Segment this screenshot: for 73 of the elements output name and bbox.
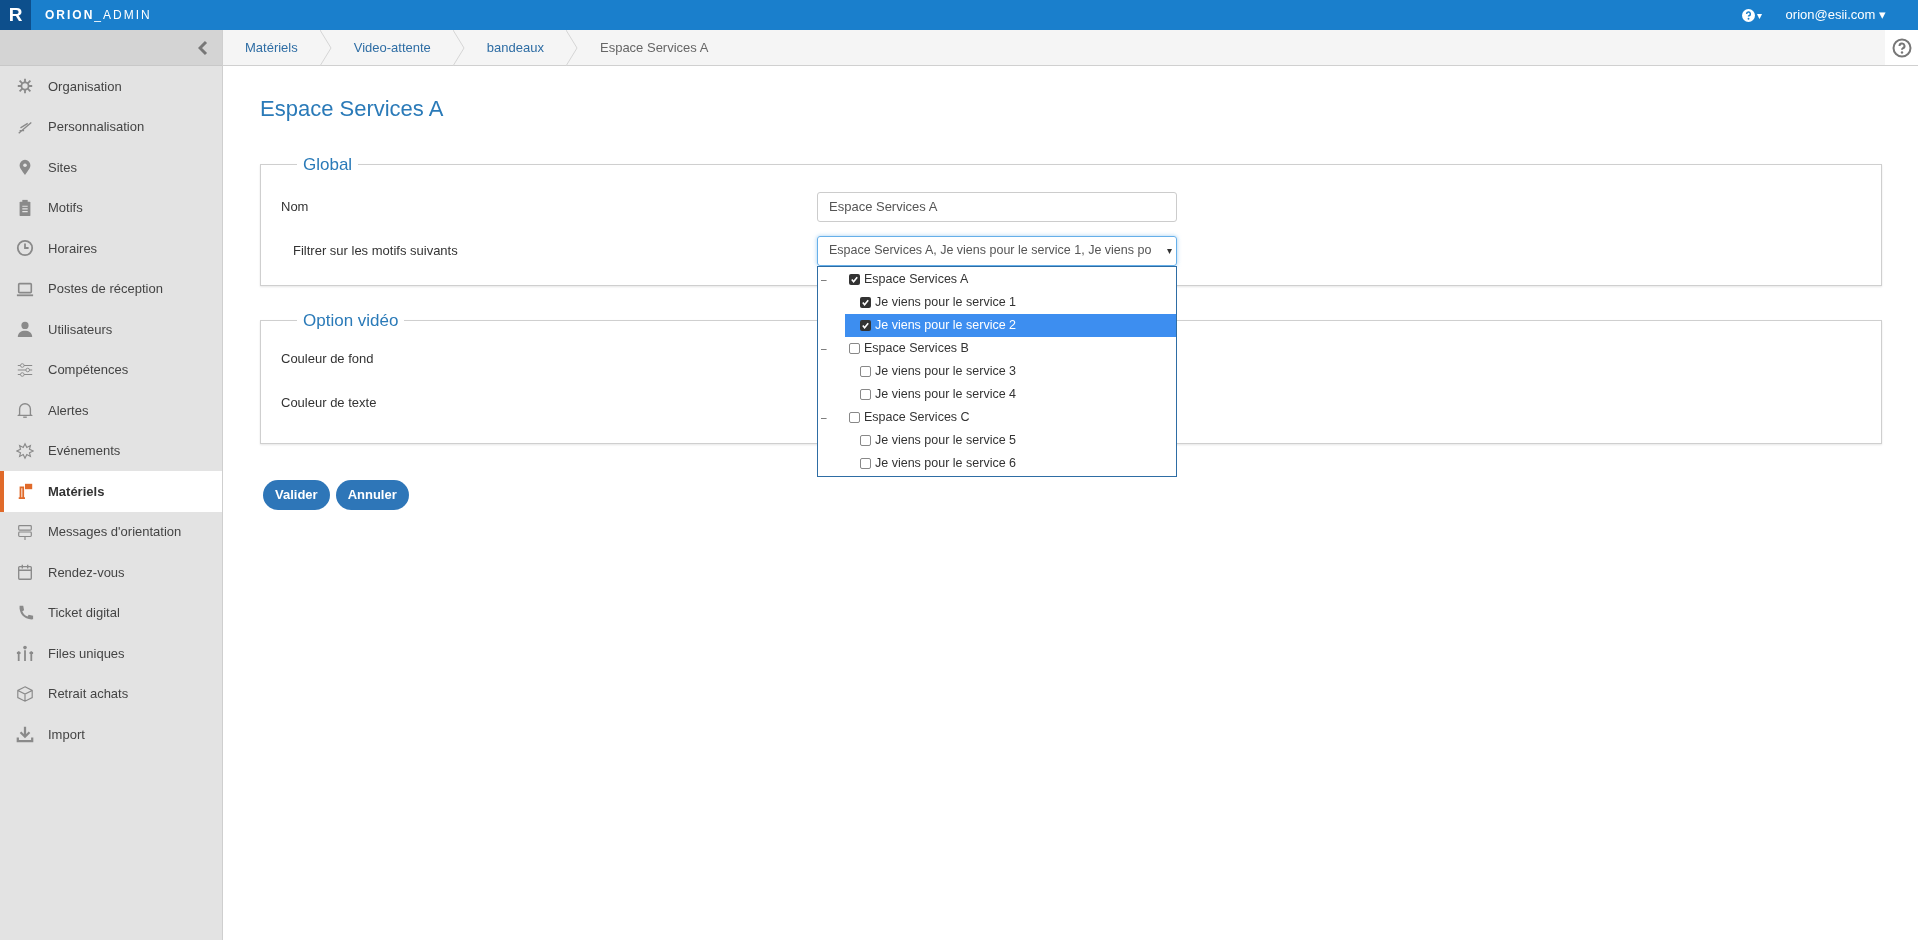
tree-option[interactable]: – Espace Services A <box>818 267 1176 291</box>
user-menu-button[interactable]: orion@esii.com ▾ <box>1785 5 1886 25</box>
field-label: Filtrer sur les motifs suivants <box>292 241 459 260</box>
sidebar-item[interactable]: Ticket digital <box>0 592 222 633</box>
field-label: Couleur de texte <box>280 393 377 412</box>
sidebar-item[interactable]: Compétences <box>0 349 222 390</box>
collapse-toggle[interactable]: – <box>821 340 849 356</box>
checkbox[interactable] <box>860 388 871 400</box>
tree-option[interactable]: Je viens pour le service 4 <box>845 382 1176 406</box>
breadcrumb-link[interactable]: Video-attente <box>331 30 453 65</box>
sliders-icon <box>16 360 34 379</box>
sidebar-item[interactable]: Motifs <box>0 187 222 228</box>
sidebar-item[interactable]: Matériels <box>0 471 222 512</box>
checkbox[interactable] <box>849 342 860 354</box>
burst-icon <box>16 441 34 460</box>
help-icon <box>1741 8 1755 22</box>
checkbox[interactable] <box>860 457 871 469</box>
tree-option[interactable]: Je viens pour le service 5 <box>845 428 1176 452</box>
collapse-toggle[interactable]: – <box>821 409 849 425</box>
collapse-toggle[interactable]: – <box>821 271 849 287</box>
help-menu-button[interactable]: ▾ <box>1741 7 1762 23</box>
sidebar-item[interactable]: Postes de réception <box>0 268 222 309</box>
filter-select[interactable]: Espace Services A, Je viens pour le service 1, Je viens po ▾ <box>817 235 1177 266</box>
tree-option[interactable]: Je viens pour le service 3 <box>845 359 1176 383</box>
field-label: Nom <box>280 197 310 216</box>
breadcrumb-link[interactable]: Matériels <box>223 30 320 65</box>
calendar-icon <box>16 563 34 582</box>
logo: R <box>0 0 31 30</box>
help-icon[interactable] <box>1891 37 1912 58</box>
section-legend: Global <box>297 152 359 178</box>
checkbox[interactable] <box>860 319 871 331</box>
page-title: Espace Services A <box>260 95 445 123</box>
checkbox[interactable] <box>860 365 871 377</box>
checkbox[interactable] <box>860 296 871 308</box>
sidebar-item[interactable]: Utilisateurs <box>0 309 222 350</box>
queue-icon <box>16 644 34 663</box>
checkbox[interactable] <box>849 273 860 285</box>
tree-option[interactable]: Je viens pour le service 1 <box>845 290 1176 314</box>
tree-option[interactable]: – Espace Services B <box>818 336 1176 360</box>
checkbox[interactable] <box>860 434 871 446</box>
checkbox[interactable] <box>849 411 860 423</box>
tree-option[interactable]: – Espace Services C <box>818 405 1176 429</box>
sidebar-item[interactable]: Personnalisation <box>0 106 222 147</box>
sidebar-item[interactable]: Alertes <box>0 390 222 431</box>
cancel-button[interactable]: Annuler <box>335 480 409 510</box>
sidebar-item[interactable]: Evénements <box>0 430 222 471</box>
sidebar-item[interactable]: Messages d'orientation <box>0 511 222 552</box>
section-legend: Option vidéo <box>297 308 405 334</box>
sidebar-item[interactable]: Sites <box>0 147 222 188</box>
download-icon <box>16 725 34 744</box>
sidebar-item[interactable]: Retrait achats <box>0 673 222 714</box>
collapse-icon[interactable] <box>198 39 208 56</box>
user-icon <box>16 320 34 339</box>
breadcrumb-link[interactable]: bandeaux <box>464 30 566 65</box>
app-name-suffix: _ADMIN <box>94 7 152 24</box>
breadcrumb-current: Espace Services A <box>599 38 710 57</box>
app-name: ORION <box>45 7 95 24</box>
tree-option[interactable]: Je viens pour le service 6 <box>845 451 1176 475</box>
box-icon <box>16 684 34 703</box>
sidebar-item[interactable]: Rendez-vous <box>0 552 222 593</box>
signpost-icon <box>16 522 34 541</box>
name-field[interactable]: Espace Services A <box>817 191 1177 222</box>
caret-icon: ▾ <box>1167 243 1172 258</box>
sidebar-item[interactable]: Organisation <box>0 66 222 107</box>
clock-icon <box>16 239 34 258</box>
sidebar-item[interactable]: Files uniques <box>0 633 222 674</box>
gear-icon <box>16 77 34 96</box>
sidebar-item[interactable]: Import <box>0 714 222 755</box>
equipment-icon <box>16 482 34 501</box>
sidebar-item[interactable]: Horaires <box>0 228 222 269</box>
bell-icon <box>16 401 34 420</box>
field-label: Couleur de fond <box>280 349 374 368</box>
validate-button[interactable]: Valider <box>263 480 330 510</box>
